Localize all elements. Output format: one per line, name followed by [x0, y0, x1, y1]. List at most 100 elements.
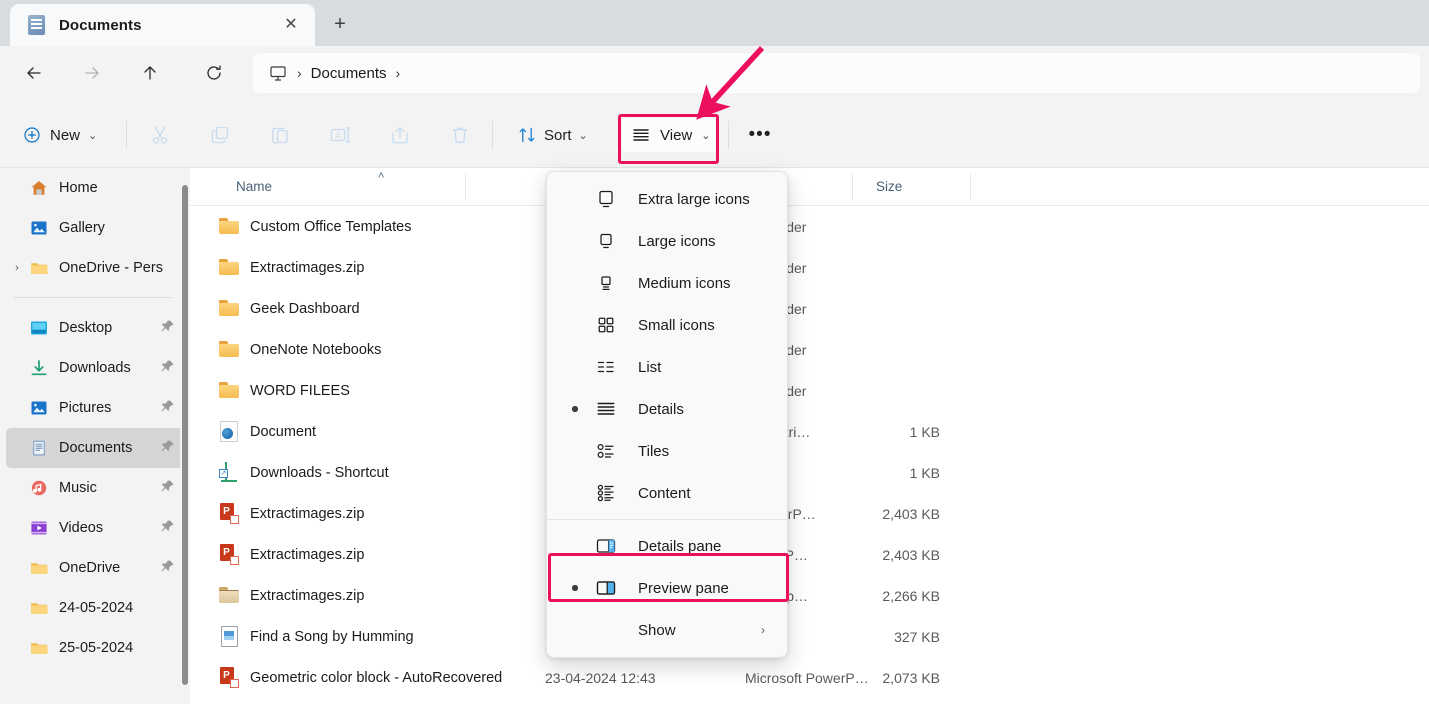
sidebar-item-onedrive-pers[interactable]: › OneDrive - Pers	[6, 248, 184, 288]
breadcrumb-separator-trailing[interactable]: ›	[396, 65, 401, 81]
table-row[interactable]: WORD FILEESFile folder	[190, 370, 1429, 411]
svg-text:A: A	[335, 132, 341, 141]
sidebar-item-videos[interactable]: Videos	[6, 508, 184, 548]
sidebar-item-label: Gallery	[59, 220, 105, 236]
zip-folder-icon	[219, 587, 239, 603]
sidebar-item-label: Videos	[59, 520, 104, 536]
sidebar-item-24-05-2024[interactable]: 24-05-2024	[6, 588, 184, 628]
table-row[interactable]: Geek DashboardFile folder	[190, 288, 1429, 329]
row-size: 2,266 KB	[882, 587, 940, 604]
up-icon[interactable]	[132, 55, 168, 91]
row-file-icon	[218, 298, 240, 318]
sidebar-item-home[interactable]: Home	[6, 168, 184, 208]
row-file-icon	[218, 216, 240, 236]
table-row[interactable]: Custom Office TemplatesFile folder	[190, 206, 1429, 247]
view-dropdown-menu[interactable]: Extra large icons Large icons Medium icons…	[546, 171, 788, 658]
sidebar-item-downloads[interactable]: Downloads	[6, 348, 184, 388]
new-tab-button[interactable]: +	[325, 11, 355, 37]
menu-item-label: Extra large icons	[638, 190, 750, 208]
sort-button[interactable]: Sort ⌄	[510, 118, 595, 152]
menu-item-tiles[interactable]: Tiles	[551, 430, 783, 472]
menu-item-large-icons[interactable]: Large icons	[551, 220, 783, 262]
row-name: Extractimages.zip	[250, 587, 365, 604]
tab-documents[interactable]: Documents ✕	[10, 4, 315, 46]
menu-item-medium-icons[interactable]: Medium icons	[551, 262, 783, 304]
sidebar-item-label: Home	[59, 180, 98, 196]
row-name: WORD FILEES	[250, 382, 350, 399]
chevron-right-icon[interactable]: ›	[6, 262, 28, 274]
sidebar-item-documents[interactable]: Documents	[6, 428, 184, 468]
sidebar-item-label: OneDrive - Pers	[59, 260, 163, 276]
column-header-size[interactable]: Size	[876, 179, 902, 194]
folder-icon	[219, 300, 239, 316]
table-row[interactable]: Find a Song by Humming 327 KB	[190, 616, 1429, 657]
menu-item-label: Content	[638, 484, 691, 502]
see-more-button[interactable]: •••	[740, 118, 780, 152]
menu-item-details[interactable]: Details	[551, 388, 783, 430]
table-row[interactable]: Extractimages.zipFile folder	[190, 247, 1429, 288]
table-row[interactable]: P Geometric color block - AutoRecovered 23…	[190, 657, 1429, 698]
table-row[interactable]: PExtractimages.zipPowerP…2,403 KB	[190, 534, 1429, 575]
toolbar-separator-3	[728, 121, 729, 149]
pin-icon	[160, 519, 175, 538]
close-icon[interactable]: ✕	[281, 15, 301, 35]
documents-icon	[28, 438, 50, 458]
new-button[interactable]: New ⌄	[14, 118, 107, 152]
folder-icon	[28, 638, 50, 658]
cut-button	[140, 117, 180, 153]
this-pc-icon[interactable]	[268, 63, 288, 83]
column-header-name[interactable]: Name	[236, 179, 272, 194]
sidebar-item-label: Music	[59, 480, 97, 496]
new-button-label: New	[50, 126, 81, 144]
breadcrumb-documents[interactable]: Documents	[311, 65, 387, 82]
sidebar-item-label: OneDrive	[59, 560, 121, 576]
folder-icon	[219, 218, 239, 234]
sidebar-item-label: Desktop	[59, 320, 113, 336]
copy-button	[200, 117, 240, 153]
address-bar[interactable]: › Documents ›	[253, 53, 1420, 93]
menu-item-details-pane[interactable]: Details pane	[551, 525, 783, 567]
medium-icons-icon	[594, 272, 618, 294]
tab-strip: Documents ✕ +	[0, 0, 1429, 46]
sidebar-item-desktop[interactable]: Desktop	[6, 308, 184, 348]
sidebar-scrollbar[interactable]	[180, 168, 189, 704]
sidebar-item-gallery[interactable]: Gallery	[6, 208, 184, 248]
table-row[interactable]: ↗ Downloads - Shortcut 1 KB	[190, 452, 1429, 493]
home-icon	[28, 178, 50, 198]
folder-icon	[28, 558, 50, 578]
row-name: OneNote Notebooks	[250, 341, 382, 358]
image-doc-icon	[220, 625, 238, 647]
pictures-icon	[28, 398, 50, 418]
sidebar-item-music[interactable]: Music	[6, 468, 184, 508]
row-file-icon: P	[218, 543, 240, 565]
sidebar-divider	[14, 297, 172, 298]
table-row[interactable]: PExtractimages.zipt PowerP…2,403 KB	[190, 493, 1429, 534]
chevron-down-icon: ⌄	[578, 129, 588, 142]
table-row[interactable]: Documention Entri…1 KB	[190, 411, 1429, 452]
row-size: 327 KB	[894, 628, 940, 645]
menu-item-content[interactable]: Content	[551, 472, 783, 514]
desktop-icon	[28, 318, 50, 338]
menu-separator	[547, 519, 787, 520]
menu-item-show[interactable]: Show ›	[551, 609, 783, 651]
sidebar-item-onedrive[interactable]: OneDrive	[6, 548, 184, 588]
menu-item-list[interactable]: List	[551, 346, 783, 388]
view-button[interactable]: View ⌄	[622, 118, 720, 152]
sidebar-item-25-05-2024[interactable]: 25-05-2024	[6, 628, 184, 668]
table-row[interactable]: Extractimages.zipsed (zip…2,266 KB	[190, 575, 1429, 616]
sidebar-item-pictures[interactable]: Pictures	[6, 388, 184, 428]
menu-item-small-icons[interactable]: Small icons	[551, 304, 783, 346]
table-row[interactable]: OneNote NotebooksFile folder	[190, 329, 1429, 370]
row-name: Downloads - Shortcut	[250, 464, 389, 481]
sidebar-scrollbar-thumb[interactable]	[182, 185, 188, 685]
details-pane-icon	[594, 535, 618, 557]
row-date-modified: 23-04-2024 12:43	[545, 669, 656, 686]
chevron-down-icon: ⌄	[88, 129, 98, 142]
preview-pane-icon	[594, 577, 618, 599]
powerpoint-icon: P	[219, 543, 239, 565]
menu-item-extra-large-icons[interactable]: Extra large icons	[551, 178, 783, 220]
back-icon[interactable]	[16, 55, 52, 91]
sidebar-item-label: Pictures	[59, 400, 112, 416]
menu-item-preview-pane[interactable]: Preview pane	[551, 567, 783, 609]
refresh-icon[interactable]	[196, 55, 232, 91]
